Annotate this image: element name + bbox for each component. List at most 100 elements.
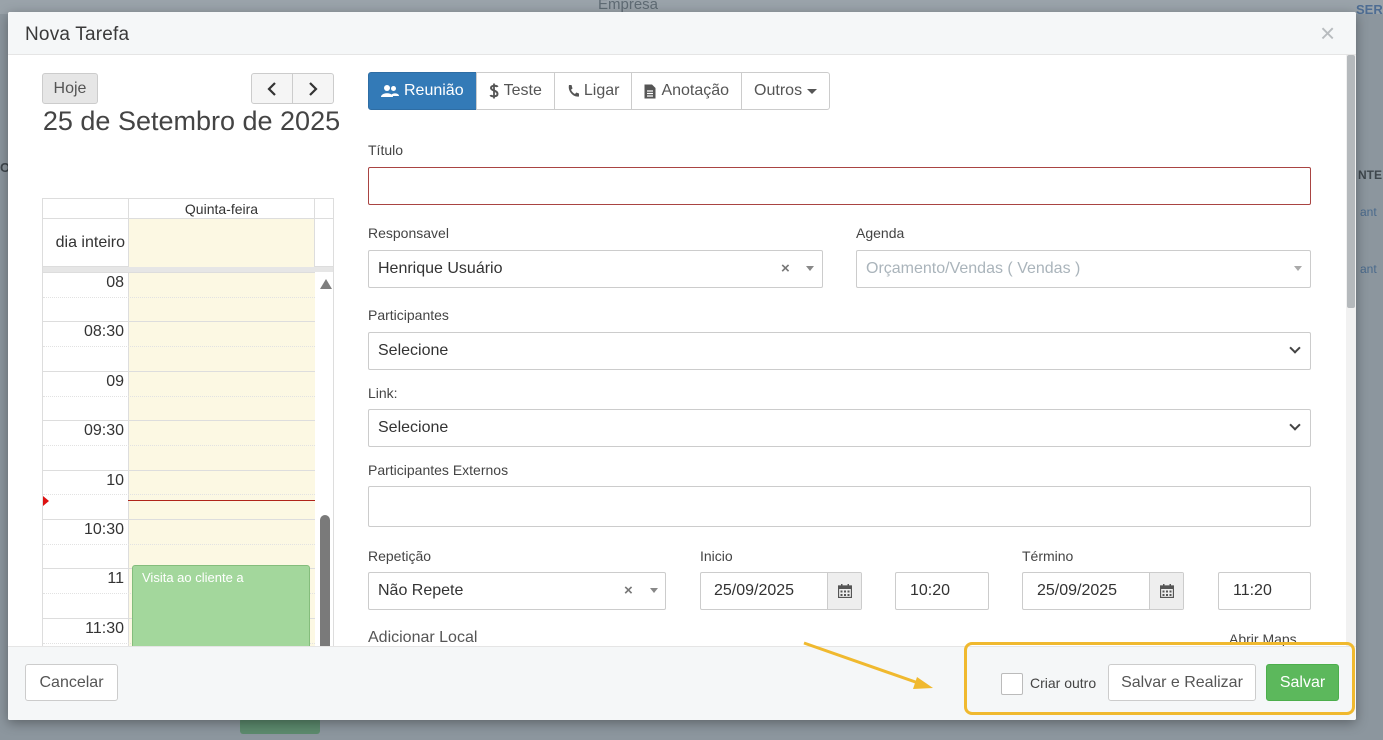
participantes-value: Selecione <box>378 342 449 359</box>
arrow-annotation-icon <box>803 641 933 689</box>
time-slot[interactable]: 08 <box>43 272 315 297</box>
repeticao-value: Não Repete <box>378 582 464 599</box>
agenda-value: Orçamento/Vendas ( Vendas ) <box>866 260 1081 277</box>
tab-reuniao[interactable]: Reunião <box>368 72 477 110</box>
time-slot[interactable] <box>43 296 315 322</box>
tab-label: Outros <box>754 82 803 99</box>
calendar-date-title: 25 de Setembro de 2025 <box>42 106 341 136</box>
inicio-time-input[interactable]: 10:20 <box>895 572 989 610</box>
right-row-fragment: ant <box>1360 205 1377 219</box>
caret-down-icon <box>1294 266 1302 271</box>
today-button[interactable]: Hoje <box>42 73 98 104</box>
time-label: 08 <box>106 274 124 291</box>
inicio-date-input[interactable]: 25/09/2025 <box>700 572 862 610</box>
dollar-icon <box>489 83 499 99</box>
now-indicator-line <box>128 500 315 501</box>
time-slot[interactable]: 10 <box>43 469 315 495</box>
time-slot[interactable]: 10:30 <box>43 519 315 544</box>
new-task-modal: Nova Tarefa × Hoje 25 de Setembro de 202… <box>8 12 1356 720</box>
time-label: 09 <box>106 372 124 390</box>
day-header: Quinta-feira <box>128 199 315 219</box>
time-label: 08:30 <box>83 323 124 341</box>
time-label: 10:30 <box>83 521 124 538</box>
time-slot[interactable] <box>43 395 315 421</box>
time-slot[interactable] <box>43 494 315 519</box>
scroll-thumb[interactable] <box>320 515 330 646</box>
task-type-tabs: Reunião Teste Ligar Anotação Outros <box>368 72 831 110</box>
termino-time-input[interactable]: 11:20 <box>1218 572 1311 610</box>
externos-label: Participantes Externos <box>368 462 509 478</box>
time-label: 10 <box>106 471 124 489</box>
modal-body: Hoje 25 de Setembro de 2025 Quinta-feira… <box>8 55 1356 646</box>
calendar-event[interactable]: Visita ao cliente a <box>132 565 310 646</box>
tab-label: Teste <box>503 82 542 99</box>
calendar-icon[interactable] <box>827 573 861 609</box>
highlight-annotation <box>964 642 1355 715</box>
clear-icon[interactable]: × <box>624 573 633 609</box>
users-icon <box>381 85 399 97</box>
time-label: 09:30 <box>83 422 124 440</box>
all-day-row: dia inteiro <box>43 219 333 267</box>
link-label: Link: <box>368 385 398 401</box>
inicio-label: Inicio <box>700 548 733 564</box>
participantes-label: Participantes <box>368 307 449 323</box>
caret-down-icon <box>806 266 814 271</box>
event-title: Visita ao cliente a <box>142 570 244 585</box>
modal-scrollbar[interactable] <box>1346 55 1356 646</box>
calendar-icon[interactable] <box>1149 573 1183 609</box>
tab-label: Anotação <box>661 82 730 99</box>
next-day-button[interactable] <box>292 74 333 103</box>
tab-ligar[interactable]: Ligar <box>553 72 633 110</box>
chevron-left-icon <box>267 82 276 96</box>
externos-input[interactable] <box>368 486 1311 527</box>
calendar-header: Quinta-feira <box>43 199 333 219</box>
close-icon[interactable]: × <box>1320 20 1335 46</box>
participantes-select[interactable]: Selecione <box>368 332 1311 370</box>
calendar-glyph-icon <box>837 584 852 598</box>
tab-label: Ligar <box>583 82 620 99</box>
time-slot[interactable] <box>43 346 315 371</box>
responsavel-select[interactable]: Henrique Usuário × <box>368 250 823 288</box>
time-label: 11:30 <box>85 619 124 637</box>
all-day-label: dia inteiro <box>55 234 125 251</box>
tab-teste[interactable]: Teste <box>475 72 555 110</box>
local-label: Adicionar Local <box>368 629 478 646</box>
titulo-label: Título <box>368 142 404 158</box>
phone-icon <box>568 85 579 97</box>
link-select[interactable]: Selecione <box>368 409 1311 447</box>
right-row-fragment: ant <box>1360 262 1377 276</box>
modal-scroll-thumb[interactable] <box>1347 55 1355 308</box>
time-slot[interactable]: 09:30 <box>43 420 315 445</box>
prev-day-button[interactable] <box>252 74 292 103</box>
scroll-up-icon[interactable] <box>320 279 332 289</box>
all-day-cell[interactable] <box>128 219 315 267</box>
time-slot[interactable]: 08:30 <box>43 321 315 346</box>
file-icon <box>644 84 656 98</box>
responsavel-label: Responsavel <box>368 225 449 241</box>
agenda-label: Agenda <box>856 225 905 241</box>
calendar-scrollbar[interactable] <box>318 272 333 646</box>
time-slot[interactable]: 09 <box>43 370 315 396</box>
repeticao-label: Repetição <box>368 548 432 564</box>
chevron-right-icon <box>309 82 318 96</box>
agenda-select[interactable]: Orçamento/Vendas ( Vendas ) <box>856 250 1311 288</box>
responsavel-value: Henrique Usuário <box>378 260 503 277</box>
titulo-input[interactable] <box>368 167 1311 205</box>
time-slot[interactable] <box>43 444 315 470</box>
chevron-down-icon <box>1289 342 1301 354</box>
tab-label: Reunião <box>404 82 464 99</box>
tab-outros[interactable]: Outros <box>741 72 831 110</box>
cancel-button[interactable]: Cancelar <box>25 664 118 701</box>
tab-anotacao[interactable]: Anotação <box>631 72 743 110</box>
termino-date-input[interactable]: 25/09/2025 <box>1022 572 1184 610</box>
time-grid[interactable]: 08 08:30 09 09:30 10 10:30 11 11:30 Visi… <box>43 272 333 646</box>
caret-down-icon <box>650 588 658 593</box>
repeticao-select[interactable]: Não Repete × <box>368 572 666 610</box>
modal-header: Nova Tarefa × <box>8 12 1356 55</box>
now-indicator-arrow <box>43 496 49 506</box>
caret-down-icon <box>807 88 818 94</box>
termino-date-value: 25/09/2025 <box>1037 582 1118 599</box>
clear-icon[interactable]: × <box>781 251 790 287</box>
day-calendar: Quinta-feira dia inteiro 08 08:30 09 09:… <box>42 198 334 646</box>
top-right-text: SER <box>1356 2 1383 17</box>
